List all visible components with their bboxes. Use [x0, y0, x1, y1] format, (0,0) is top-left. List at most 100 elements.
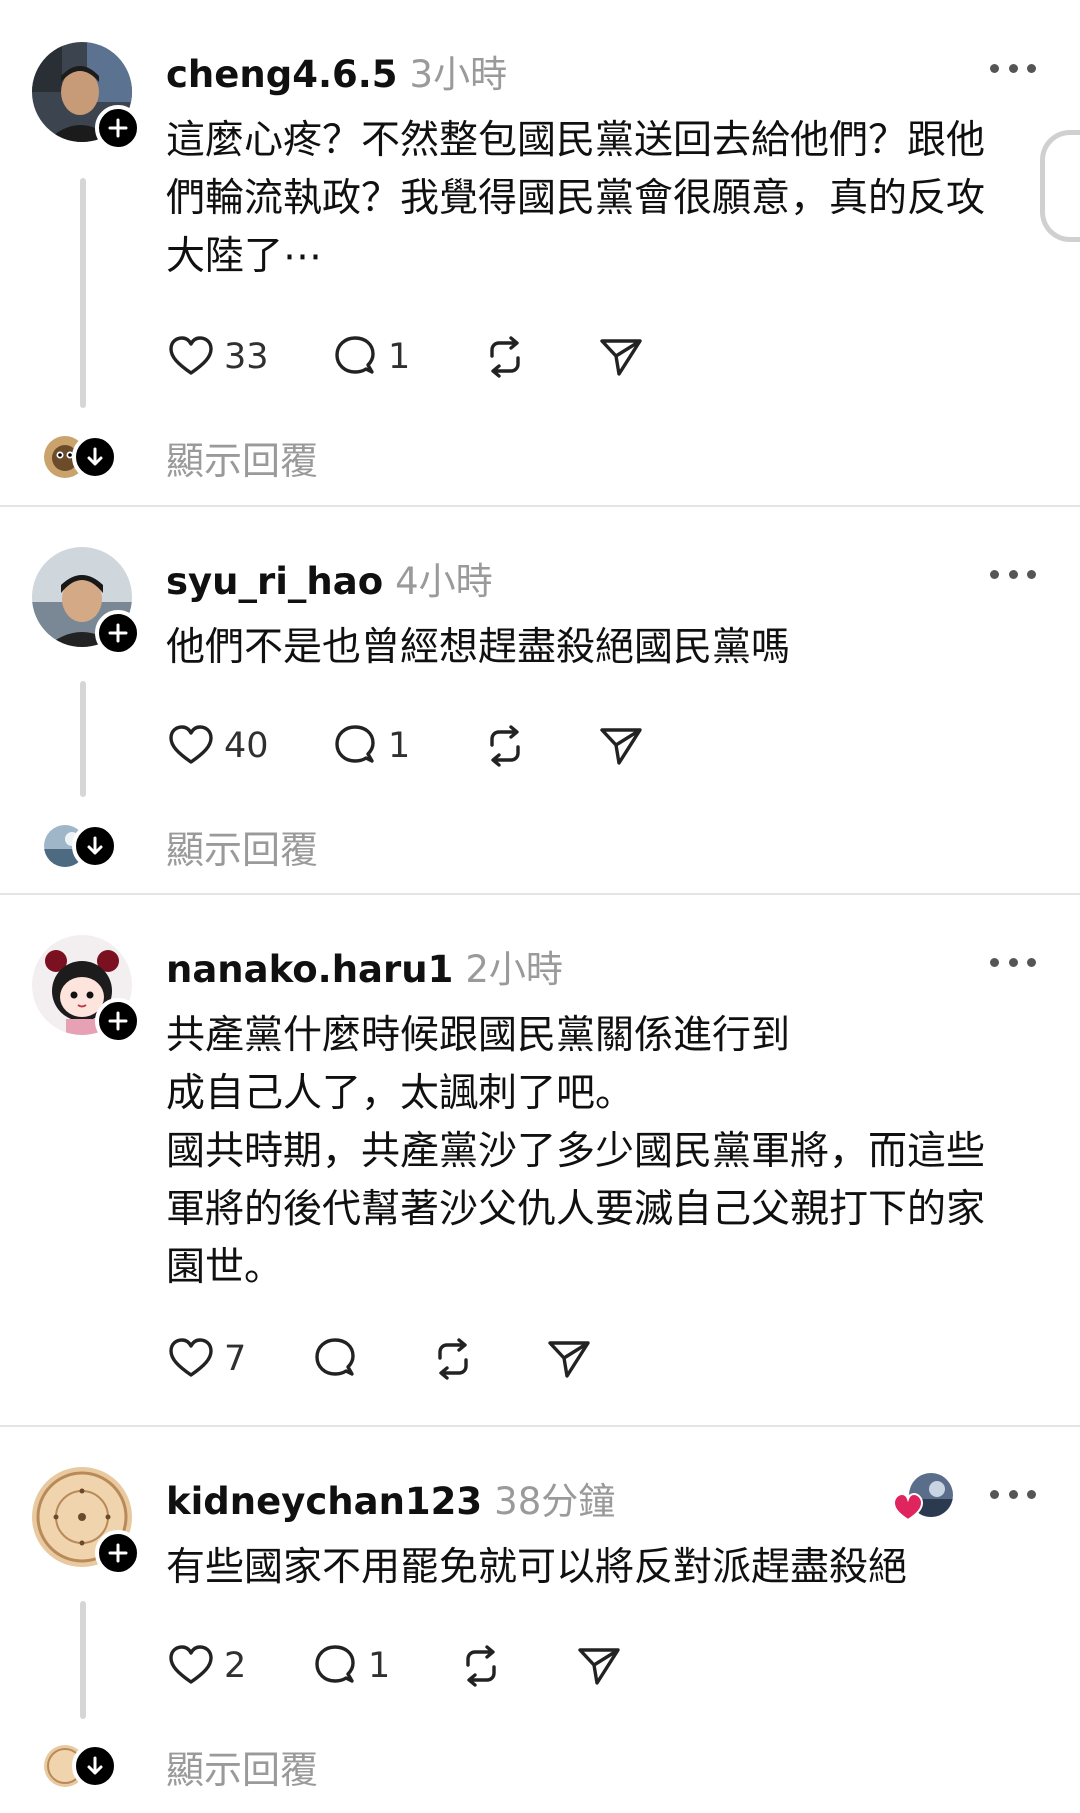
timestamp: 4小時: [395, 560, 493, 603]
arrow-down-icon: [87, 1756, 103, 1775]
arrow-down-icon: [87, 836, 103, 855]
post-header: nanako.haru1 2小時: [166, 939, 563, 993]
action-bar: 2 1: [166, 1639, 646, 1693]
follow-button[interactable]: [95, 610, 141, 656]
author-avatar[interactable]: [32, 42, 141, 151]
post-header: syu_ri_hao 4小時: [166, 551, 493, 605]
repost-button[interactable]: [480, 719, 530, 773]
comment-button[interactable]: 1: [310, 1639, 390, 1693]
more-dots-icon: [990, 63, 999, 73]
like-button[interactable]: 2: [166, 1639, 246, 1693]
post-header: kidneychan123 38分鐘: [166, 1471, 615, 1525]
heart-filled-icon: [893, 1493, 923, 1521]
action-bar: 40 1: [166, 719, 686, 773]
thread-line: [80, 681, 86, 797]
thread-line: [80, 178, 86, 408]
more-dots-icon: [990, 1489, 999, 1499]
share-button[interactable]: [544, 1332, 594, 1386]
more-dots-icon: [990, 957, 999, 967]
expand-replies-button[interactable]: [72, 434, 118, 480]
show-replies-row[interactable]: 顯示回覆: [44, 821, 318, 872]
more-options-button[interactable]: [990, 564, 1036, 584]
username[interactable]: syu_ri_hao: [166, 560, 383, 603]
plus-icon: [108, 1011, 128, 1031]
like-count: 2: [224, 1646, 247, 1686]
post-text: 這麼心疼？不然整包國民黨送回去給他們？跟他 們輪流執政？我覺得國民黨會很願意，真…: [166, 118, 986, 279]
share-button[interactable]: [574, 1639, 624, 1693]
author-avatar[interactable]: [32, 1467, 141, 1576]
repost-button[interactable]: [456, 1639, 506, 1693]
share-button[interactable]: [596, 719, 646, 773]
show-replies-link[interactable]: 顯示回覆: [166, 430, 318, 485]
timestamp: 38分鐘: [494, 1480, 616, 1523]
plus-icon: [108, 1543, 128, 1563]
more-dots-icon: [990, 569, 999, 579]
expand-replies-button[interactable]: [72, 1743, 118, 1789]
show-replies-link[interactable]: 顯示回覆: [166, 819, 318, 874]
repost-icon: [438, 1338, 468, 1380]
repost-button[interactable]: [428, 1332, 478, 1386]
post-syu-ri-hao[interactable]: syu_ri_hao 4小時 他們不是也曾經想趕盡殺絕國民黨嗎 40 1 顯示回…: [0, 507, 1080, 893]
heart-outline-icon: [169, 1338, 213, 1377]
send-icon: [578, 1648, 620, 1685]
heart-outline-icon: [169, 336, 213, 375]
like-button[interactable]: 40: [166, 719, 269, 773]
comment-bubble-icon: [315, 1645, 355, 1683]
liked-by-indicator[interactable]: [893, 1473, 957, 1523]
timestamp: 2小時: [465, 948, 563, 991]
comment-button[interactable]: 1: [330, 719, 410, 773]
show-replies-link[interactable]: 顯示回覆: [166, 1739, 318, 1794]
send-icon: [548, 1341, 590, 1378]
more-options-button[interactable]: [990, 58, 1036, 78]
scroll-edge-indicator: [1040, 130, 1080, 242]
like-button[interactable]: 33: [166, 330, 269, 384]
like-count: 7: [224, 1339, 247, 1379]
thread-line: [80, 1601, 86, 1719]
heart-outline-icon: [169, 1645, 213, 1684]
comment-count: 1: [388, 337, 411, 377]
action-bar: 33 1: [166, 330, 686, 384]
repost-icon: [490, 336, 520, 378]
show-replies-row[interactable]: 顯示回覆: [44, 1741, 318, 1792]
author-avatar[interactable]: [32, 547, 141, 656]
timestamp: 3小時: [409, 53, 508, 96]
comment-bubble-icon: [335, 725, 375, 763]
expand-replies-button[interactable]: [72, 823, 118, 869]
comment-button[interactable]: 1: [330, 330, 410, 384]
repost-icon: [490, 725, 520, 767]
post-nanako-haru1[interactable]: nanako.haru1 2小時 共產黨什麼時候跟國民黨關係進行到 成自己人了，…: [0, 895, 1080, 1425]
post-text: 共產黨什麼時候跟國民黨關係進行到 成自己人了，太諷刺了吧。 國共時期，共產黨沙了…: [166, 1013, 986, 1290]
username[interactable]: kidneychan123: [166, 1480, 482, 1523]
post-header: cheng4.6.5 3小時: [166, 44, 507, 98]
like-button[interactable]: 7: [166, 1332, 246, 1386]
send-icon: [600, 339, 642, 376]
comment-bubble-icon: [335, 336, 375, 374]
author-avatar[interactable]: [32, 935, 141, 1044]
post-text: 他們不是也曾經想趕盡殺絕國民黨嗎: [166, 625, 791, 670]
more-options-button[interactable]: [990, 1484, 1036, 1504]
more-options-button[interactable]: [990, 952, 1036, 972]
plus-icon: [108, 118, 128, 138]
post-cheng4-6-5[interactable]: cheng4.6.5 3小時 這麼心疼？不然整包國民黨送回去給他們？跟他 們輪流…: [0, 0, 1080, 505]
follow-button[interactable]: [95, 1530, 141, 1576]
heart-outline-icon: [169, 725, 213, 764]
username[interactable]: nanako.haru1: [166, 948, 453, 991]
plus-icon: [108, 623, 128, 643]
show-replies-row[interactable]: 顯示回覆: [44, 432, 318, 483]
repost-icon: [466, 1645, 496, 1687]
repost-button[interactable]: [480, 330, 530, 384]
post-text: 有些國家不用罷免就可以將反對派趕盡殺絕: [166, 1545, 908, 1590]
share-button[interactable]: [596, 330, 646, 384]
like-count: 40: [224, 726, 269, 766]
comment-button[interactable]: [310, 1332, 368, 1386]
comment-count: 1: [368, 1646, 391, 1686]
comment-bubble-icon: [315, 1338, 355, 1376]
username[interactable]: cheng4.6.5: [166, 53, 398, 96]
action-bar: 7: [166, 1332, 590, 1386]
send-icon: [600, 728, 642, 765]
comment-count: 1: [388, 726, 411, 766]
follow-button[interactable]: [95, 105, 141, 151]
follow-button[interactable]: [95, 998, 141, 1044]
like-count: 33: [224, 337, 269, 377]
arrow-down-icon: [87, 447, 103, 466]
